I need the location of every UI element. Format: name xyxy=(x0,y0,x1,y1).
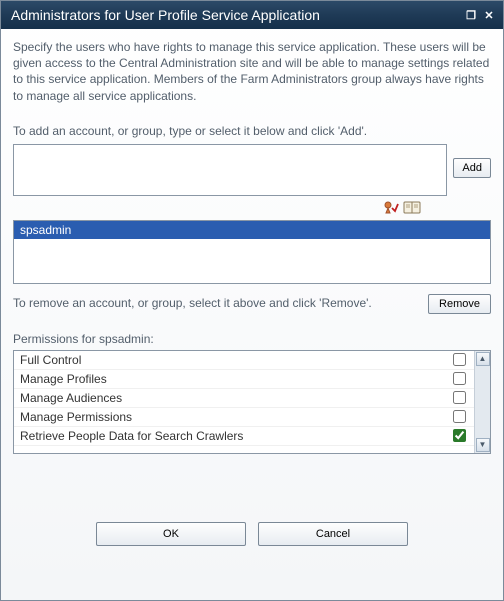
selected-user-item[interactable]: spsadmin xyxy=(14,221,490,239)
permissions-scrollbar[interactable]: ▲ ▼ xyxy=(474,351,490,453)
permission-row[interactable]: Manage Profiles xyxy=(14,370,474,389)
browse-directory-icon[interactable] xyxy=(403,200,421,214)
selected-users-list[interactable]: spsadmin xyxy=(13,220,491,284)
close-icon[interactable]: ✕ xyxy=(481,8,497,22)
permission-label: Retrieve People Data for Search Crawlers xyxy=(20,429,243,443)
scroll-down-icon[interactable]: ▼ xyxy=(476,438,490,452)
permission-label: Manage Audiences xyxy=(20,391,122,405)
permission-row[interactable]: Retrieve People Data for Search Crawlers xyxy=(14,427,474,446)
permission-row[interactable]: Manage Permissions xyxy=(14,408,474,427)
maximize-icon[interactable]: ❐ xyxy=(463,8,479,22)
titlebar: Administrators for User Profile Service … xyxy=(1,1,503,29)
permission-row[interactable]: Manage Audiences xyxy=(14,389,474,408)
permission-checkbox[interactable] xyxy=(453,391,466,404)
permission-label: Manage Permissions xyxy=(20,410,132,424)
dialog-buttons: OK Cancel xyxy=(1,522,503,546)
remove-button[interactable]: Remove xyxy=(428,294,491,314)
add-instruction: To add an account, or group, type or sel… xyxy=(13,124,491,138)
permission-label: Full Control xyxy=(20,353,81,367)
add-row: Add xyxy=(13,144,491,196)
dialog: Administrators for User Profile Service … xyxy=(0,0,504,601)
permission-checkbox[interactable] xyxy=(453,410,466,423)
remove-instruction: To remove an account, or group, select i… xyxy=(13,294,424,310)
dialog-title: Administrators for User Profile Service … xyxy=(11,7,461,23)
permissions-list: Full Control Manage Profiles Manage Audi… xyxy=(14,351,474,453)
cancel-button[interactable]: Cancel xyxy=(258,522,408,546)
people-picker-input[interactable] xyxy=(13,144,447,196)
description-text: Specify the users who have rights to man… xyxy=(13,39,491,104)
remove-row: To remove an account, or group, select i… xyxy=(13,294,491,314)
permission-label: Manage Profiles xyxy=(20,372,107,386)
scroll-up-icon[interactable]: ▲ xyxy=(476,352,490,366)
permission-checkbox[interactable] xyxy=(453,372,466,385)
permission-row[interactable]: Full Control xyxy=(14,351,474,370)
permission-checkbox[interactable] xyxy=(453,353,466,366)
people-picker-icons xyxy=(13,200,491,214)
add-button[interactable]: Add xyxy=(453,158,491,178)
permissions-label: Permissions for spsadmin: xyxy=(13,332,491,346)
permissions-box: Full Control Manage Profiles Manage Audi… xyxy=(13,350,491,454)
check-names-icon[interactable] xyxy=(383,200,399,214)
permission-checkbox[interactable] xyxy=(453,429,466,442)
dialog-content: Specify the users who have rights to man… xyxy=(1,29,503,464)
ok-button[interactable]: OK xyxy=(96,522,246,546)
